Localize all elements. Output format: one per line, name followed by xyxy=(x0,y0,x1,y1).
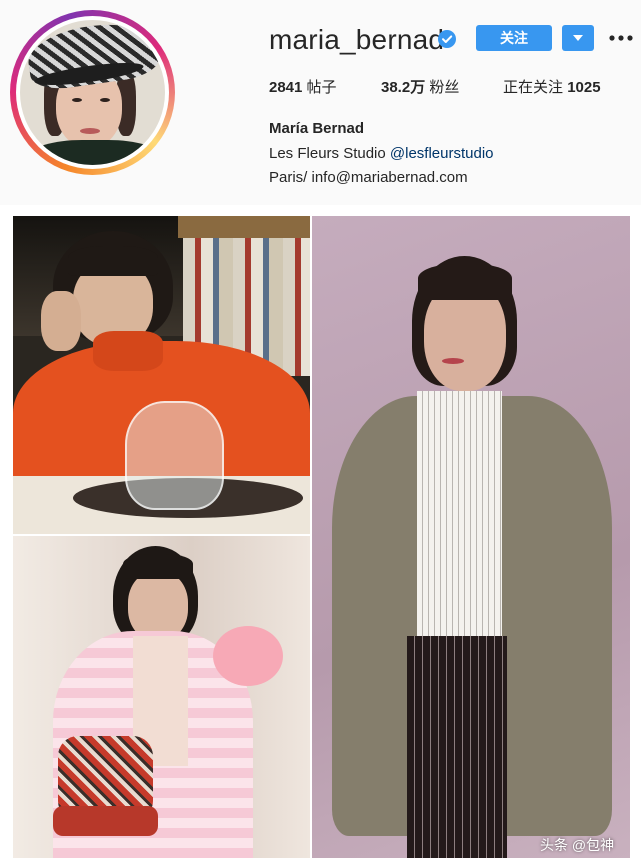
bag-base xyxy=(53,806,158,836)
followers-count: 38.2万 xyxy=(381,79,426,96)
fur-cuff xyxy=(213,626,283,686)
bio-line-2: Paris/ info@mariabernad.com xyxy=(269,169,468,186)
avatar-photo xyxy=(20,20,165,165)
following-label: 正在关注 xyxy=(503,79,564,96)
verified-badge-icon xyxy=(438,30,456,48)
username: maria_bernad xyxy=(269,24,445,55)
wine-glass xyxy=(125,401,224,510)
followers-label: 粉丝 xyxy=(429,79,460,96)
posts-count: 2841 xyxy=(269,79,303,96)
bio-studio-text: Les Fleurs Studio xyxy=(269,145,390,162)
turtleneck xyxy=(93,331,163,371)
photo-pink-jacket-bag[interactable] xyxy=(13,536,310,858)
avatar[interactable] xyxy=(10,10,175,175)
source-watermark: 头条 @包神 xyxy=(540,837,615,853)
avatar-eye-right xyxy=(100,98,110,102)
followers-stat[interactable]: 38.2万 粉丝 xyxy=(381,79,459,97)
full-name: María Bernad xyxy=(269,120,365,137)
pinstripe-trousers xyxy=(407,636,507,858)
shelf-plank xyxy=(178,216,310,238)
bio-mention-link[interactable]: @lesfleurstudio xyxy=(390,145,494,162)
avatar-clothing xyxy=(30,140,160,165)
posts-label: 帖子 xyxy=(306,79,337,96)
posts-stat: 2841 帖子 xyxy=(269,79,337,97)
photo-blazer-pinstripe[interactable] xyxy=(312,216,630,858)
striped-shirt xyxy=(417,391,502,641)
bangs xyxy=(123,554,193,579)
triangle-down-icon xyxy=(573,35,583,41)
follow-options-button[interactable] xyxy=(562,25,594,51)
photo-orange-sweater[interactable] xyxy=(13,216,310,534)
bangs xyxy=(418,264,512,300)
following-count: 1025 xyxy=(567,79,601,96)
lips xyxy=(442,358,464,364)
following-stat[interactable]: 正在关注 1025 xyxy=(503,79,601,97)
more-options-button[interactable] xyxy=(608,25,634,51)
bio-line-1: Les Fleurs Studio @lesfleurstudio xyxy=(269,145,494,162)
follow-button[interactable]: 关注 xyxy=(476,25,552,51)
avatar-eye-left xyxy=(72,98,82,102)
profile-header: maria_bernad 关注 2841 帖子 38.2万 粉丝 正在关注 10… xyxy=(0,0,641,205)
avatar-border xyxy=(16,16,169,169)
avatar-lips xyxy=(80,128,100,134)
bangs xyxy=(68,246,158,276)
hand xyxy=(41,291,81,351)
more-dots-icon xyxy=(609,35,633,41)
